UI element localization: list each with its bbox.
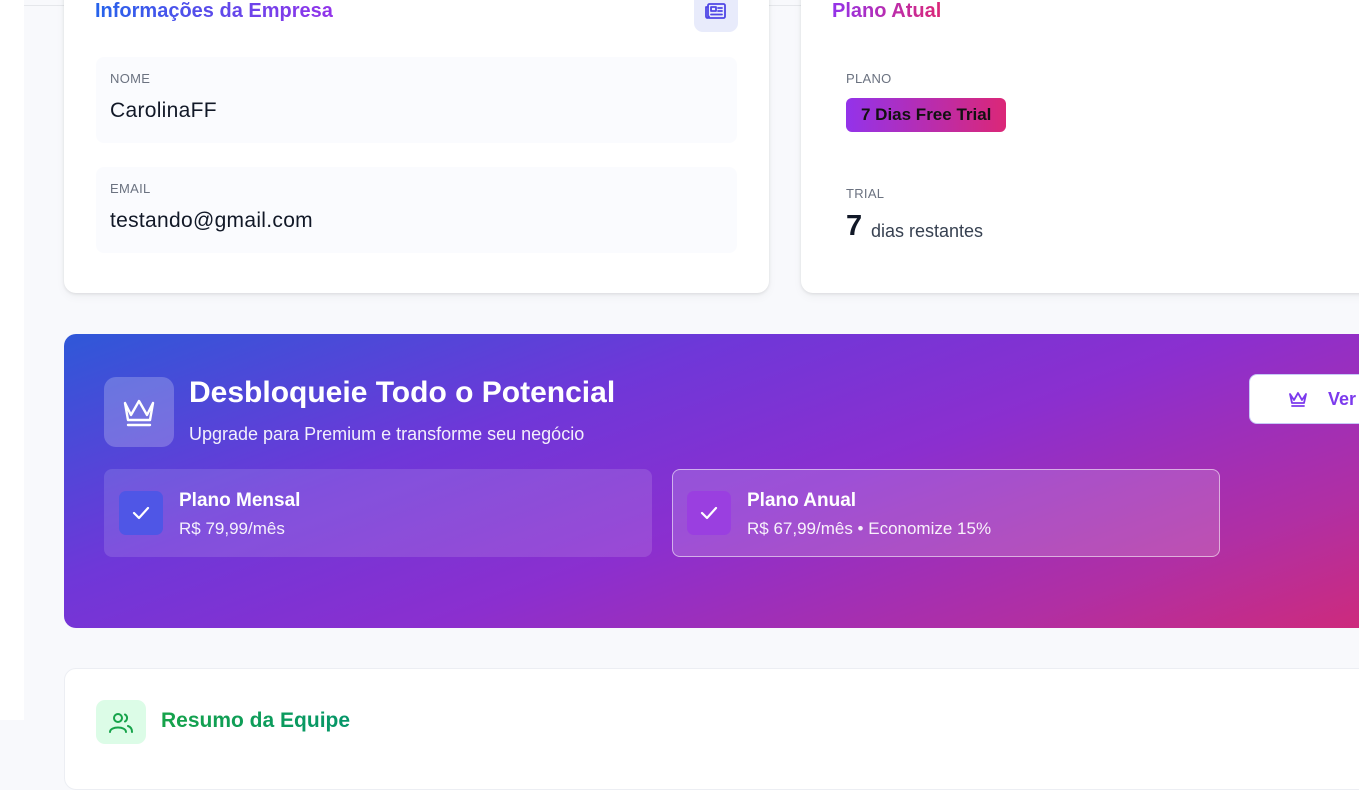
- name-label: NOME: [110, 71, 151, 86]
- company-info-card: Informações da Empresa NOME CarolinaFF E…: [64, 0, 769, 293]
- plan-badge: 7 Dias Free Trial: [846, 98, 1007, 132]
- sidebar-edge: [0, 0, 24, 720]
- trial-days-text: dias restantes: [871, 221, 984, 241]
- plan-label: PLANO: [846, 71, 892, 86]
- annual-plan-name: Plano Anual: [747, 490, 857, 511]
- view-plans-label: Ver: [1328, 388, 1357, 409]
- name-field: NOME CarolinaFF: [96, 57, 737, 143]
- crown-icon: [1288, 390, 1308, 408]
- current-plan-card: Plano Atual PLANO 7 Dias Free Trial TRIA…: [801, 0, 1359, 293]
- monthly-plan-option[interactable]: Plano Mensal R$ 79,99/mês: [104, 469, 652, 557]
- banner-subtitle: Upgrade para Premium e transforme seu ne…: [189, 424, 585, 444]
- banner-title: Desbloqueie Todo o Potencial: [189, 376, 616, 409]
- team-card-title: Resumo da Equipe: [161, 709, 351, 732]
- email-field: EMAIL testando@gmail.com: [96, 167, 737, 253]
- monthly-plan-price: R$ 79,99/mês: [179, 519, 285, 538]
- annual-plan-price: R$ 67,99/mês • Economize 15%: [747, 519, 992, 538]
- check-icon: [119, 491, 163, 535]
- check-icon: [687, 491, 731, 535]
- trial-label: TRIAL: [846, 186, 885, 201]
- plan-card-title: Plano Atual: [832, 0, 942, 22]
- view-plans-button[interactable]: Ver: [1249, 374, 1359, 424]
- monthly-plan-name: Plano Mensal: [179, 490, 301, 511]
- upgrade-banner: Desbloqueie Todo o Potencial Upgrade par…: [64, 334, 1359, 628]
- newspaper-icon: [694, 0, 738, 32]
- email-label: EMAIL: [110, 181, 151, 196]
- crown-icon: [104, 377, 174, 447]
- name-value: CarolinaFF: [110, 99, 217, 122]
- users-icon: [96, 700, 146, 744]
- trial-days-count: 7: [846, 210, 863, 242]
- company-card-title: Informações da Empresa: [95, 0, 333, 22]
- annual-plan-option[interactable]: Plano Anual R$ 67,99/mês • Economize 15%: [672, 469, 1220, 557]
- team-summary-card: Resumo da Equipe: [64, 668, 1359, 790]
- email-value: testando@gmail.com: [110, 209, 313, 232]
